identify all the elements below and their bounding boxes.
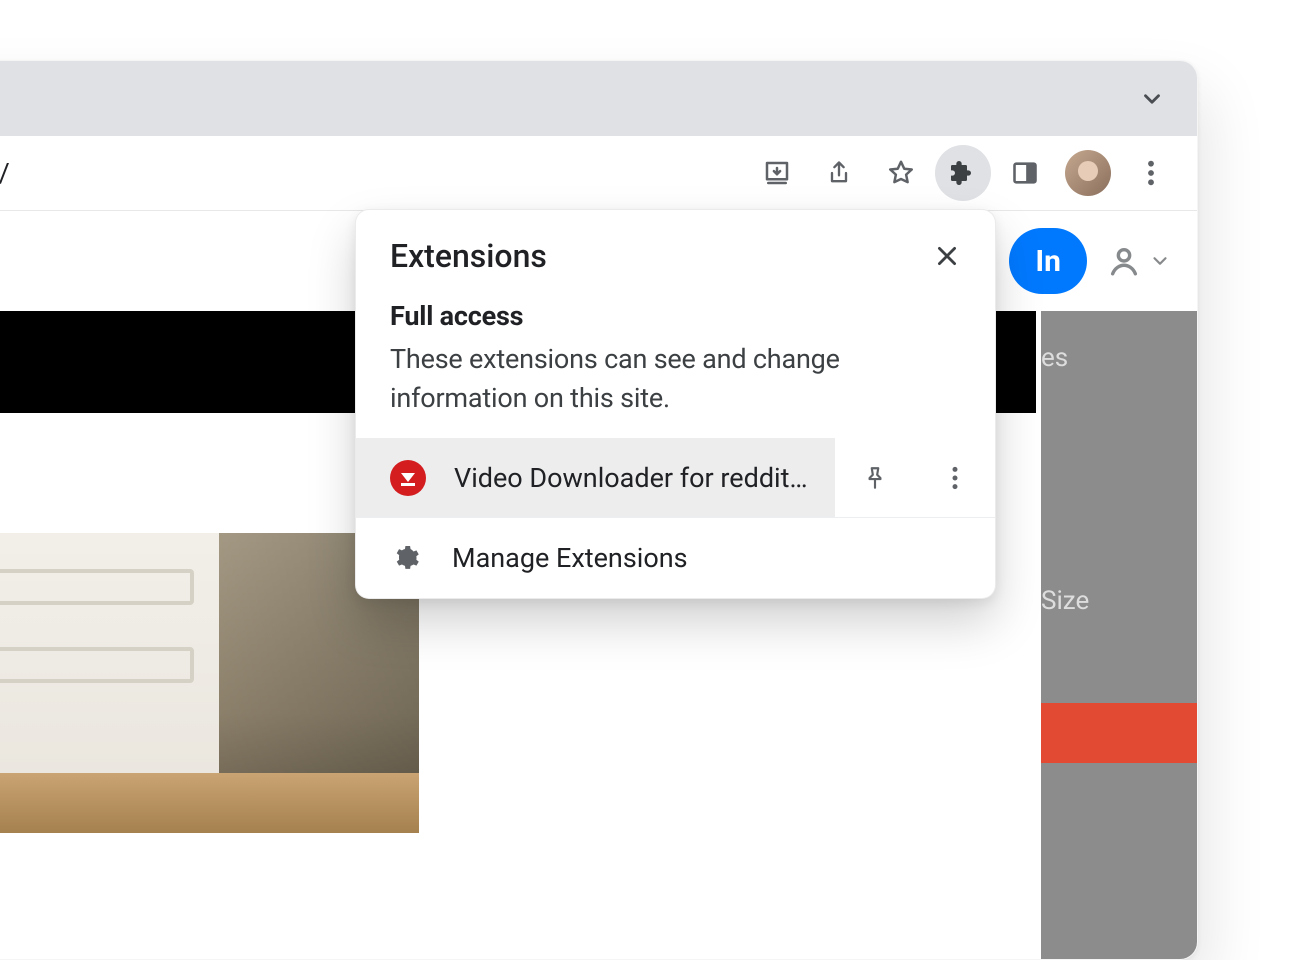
tab-search-button[interactable] — [1131, 78, 1173, 120]
popover-close-button[interactable] — [927, 236, 967, 276]
popover-section-body: These extensions can see and change info… — [390, 340, 955, 418]
extension-options-button[interactable] — [915, 438, 995, 518]
puzzle-icon — [947, 157, 979, 189]
extension-item[interactable]: Video Downloader for reddit… — [356, 438, 835, 517]
popover-section: Full access These extensions can see and… — [356, 280, 995, 426]
browser-toolbar: oa/gizmo_doing_battle_with_his_archnemes… — [0, 136, 1197, 211]
chevron-down-icon — [1149, 250, 1171, 272]
profile-avatar-button[interactable] — [1065, 150, 1111, 196]
sidebar-text-1: es — [1041, 343, 1068, 373]
login-button[interactable]: In — [1009, 228, 1087, 294]
sidebar-text-2: Size — [1041, 586, 1089, 616]
close-icon — [934, 243, 960, 269]
download-page-button[interactable] — [749, 145, 805, 201]
sidebar-accent — [1041, 703, 1198, 763]
extensions-button[interactable] — [935, 145, 991, 201]
share-button[interactable] — [811, 145, 867, 201]
address-bar-text: oa/gizmo_doing_battle_with_his_archnemes… — [0, 157, 10, 189]
popover-section-heading: Full access — [390, 300, 955, 332]
star-icon — [886, 158, 916, 188]
person-icon — [1107, 244, 1141, 278]
manage-extensions-row[interactable]: Manage Extensions — [356, 518, 995, 598]
popover-title: Extensions — [390, 237, 547, 275]
sidepanel-button[interactable] — [997, 145, 1053, 201]
pin-icon — [862, 465, 888, 491]
kebab-icon — [951, 465, 959, 491]
chevron-down-icon — [1139, 86, 1165, 112]
manage-extensions-label: Manage Extensions — [452, 542, 688, 574]
bookmark-button[interactable] — [873, 145, 929, 201]
pin-extension-button[interactable] — [835, 438, 915, 518]
gear-icon — [388, 544, 424, 572]
address-bar[interactable]: oa/gizmo_doing_battle_with_his_archnemes… — [0, 143, 749, 203]
chrome-menu-button[interactable] — [1123, 145, 1179, 201]
extension-row: Video Downloader for reddit… — [356, 438, 995, 518]
kebab-icon — [1147, 159, 1155, 187]
user-dropdown[interactable] — [1107, 244, 1171, 278]
share-icon — [825, 159, 853, 187]
extension-name: Video Downloader for reddit… — [454, 462, 808, 494]
toolbar-actions — [749, 145, 1179, 201]
extension-icon — [390, 460, 426, 496]
sidepanel-icon — [1011, 159, 1039, 187]
install-icon — [762, 158, 792, 188]
right-rail-overlay: es Size — [1041, 311, 1198, 960]
extensions-popover: Extensions Full access These extensions … — [355, 209, 996, 599]
tab-strip — [0, 61, 1197, 136]
